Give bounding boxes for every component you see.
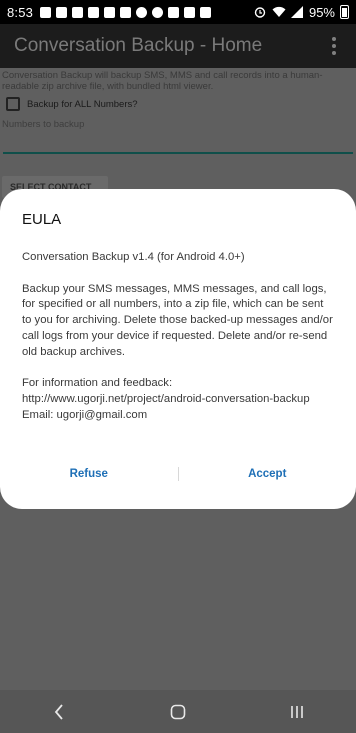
wifi-icon <box>272 6 286 17</box>
backup-all-row[interactable]: Backup for ALL Numbers? <box>0 97 356 111</box>
status-time: 8:53 <box>7 4 34 20</box>
signal-icon <box>290 6 303 18</box>
eula-dialog: EULA Conversation Backup v1.4 (for Andro… <box>0 189 356 509</box>
status-bar: 8:53 95% <box>0 0 356 24</box>
version-line: Conversation Backup v1.4 (for Android 4.… <box>22 251 245 263</box>
facebook-icon <box>72 6 84 18</box>
gallery-icon <box>40 6 52 18</box>
back-icon <box>55 703 64 720</box>
recents-icon <box>290 705 303 718</box>
youtube-icon <box>104 6 116 18</box>
dialog-actions: Refuse Accept <box>0 463 356 485</box>
accept-button[interactable]: Accept <box>179 468 356 480</box>
main-content: Conversation Backup will backup SMS, MMS… <box>0 68 356 198</box>
app-icon <box>136 6 148 18</box>
battery-icon <box>340 5 349 19</box>
screen: 8:53 95% Conversation Backup - Home Conv… <box>0 0 356 733</box>
s-icon <box>168 6 180 18</box>
app-icon <box>200 6 212 18</box>
backup-all-label: Backup for ALL Numbers? <box>27 98 138 110</box>
recents-button[interactable] <box>277 692 317 732</box>
alarm-icon <box>254 7 266 18</box>
back-button[interactable] <box>39 692 79 732</box>
description: Backup your SMS messages, MMS messages, … <box>22 282 333 358</box>
app-bar: Conversation Backup - Home <box>0 24 356 68</box>
project-url: http://www.ugorji.net/project/android-co… <box>22 393 310 406</box>
linkedin-icon <box>120 6 132 18</box>
navigation-bar <box>0 690 356 733</box>
system-status: 95% <box>253 5 349 20</box>
backup-all-checkbox[interactable] <box>6 97 20 111</box>
dialog-body: Conversation Backup v1.4 (for Android 4.… <box>22 250 334 424</box>
dialog-title: EULA <box>22 211 62 228</box>
battery-percent: 95% <box>308 4 335 20</box>
contact-email: Email: ugorji@gmail.com <box>22 408 148 421</box>
overflow-menu-icon[interactable] <box>326 34 342 58</box>
intro-text: Conversation Backup will backup SMS, MMS… <box>2 70 323 92</box>
info-line: For information and feedback: <box>22 377 173 390</box>
youtube-icon <box>88 6 100 18</box>
facebook-icon <box>56 6 68 18</box>
app-title: Conversation Backup - Home <box>14 35 263 56</box>
home-button[interactable] <box>158 692 198 732</box>
gallery-icon <box>184 6 196 18</box>
refuse-button[interactable]: Refuse <box>0 468 178 480</box>
numbers-label: Numbers to backup <box>2 119 85 130</box>
home-icon <box>170 704 186 719</box>
numbers-input[interactable] <box>3 152 353 154</box>
notification-icons <box>40 6 212 18</box>
chrome-icon <box>152 6 164 18</box>
